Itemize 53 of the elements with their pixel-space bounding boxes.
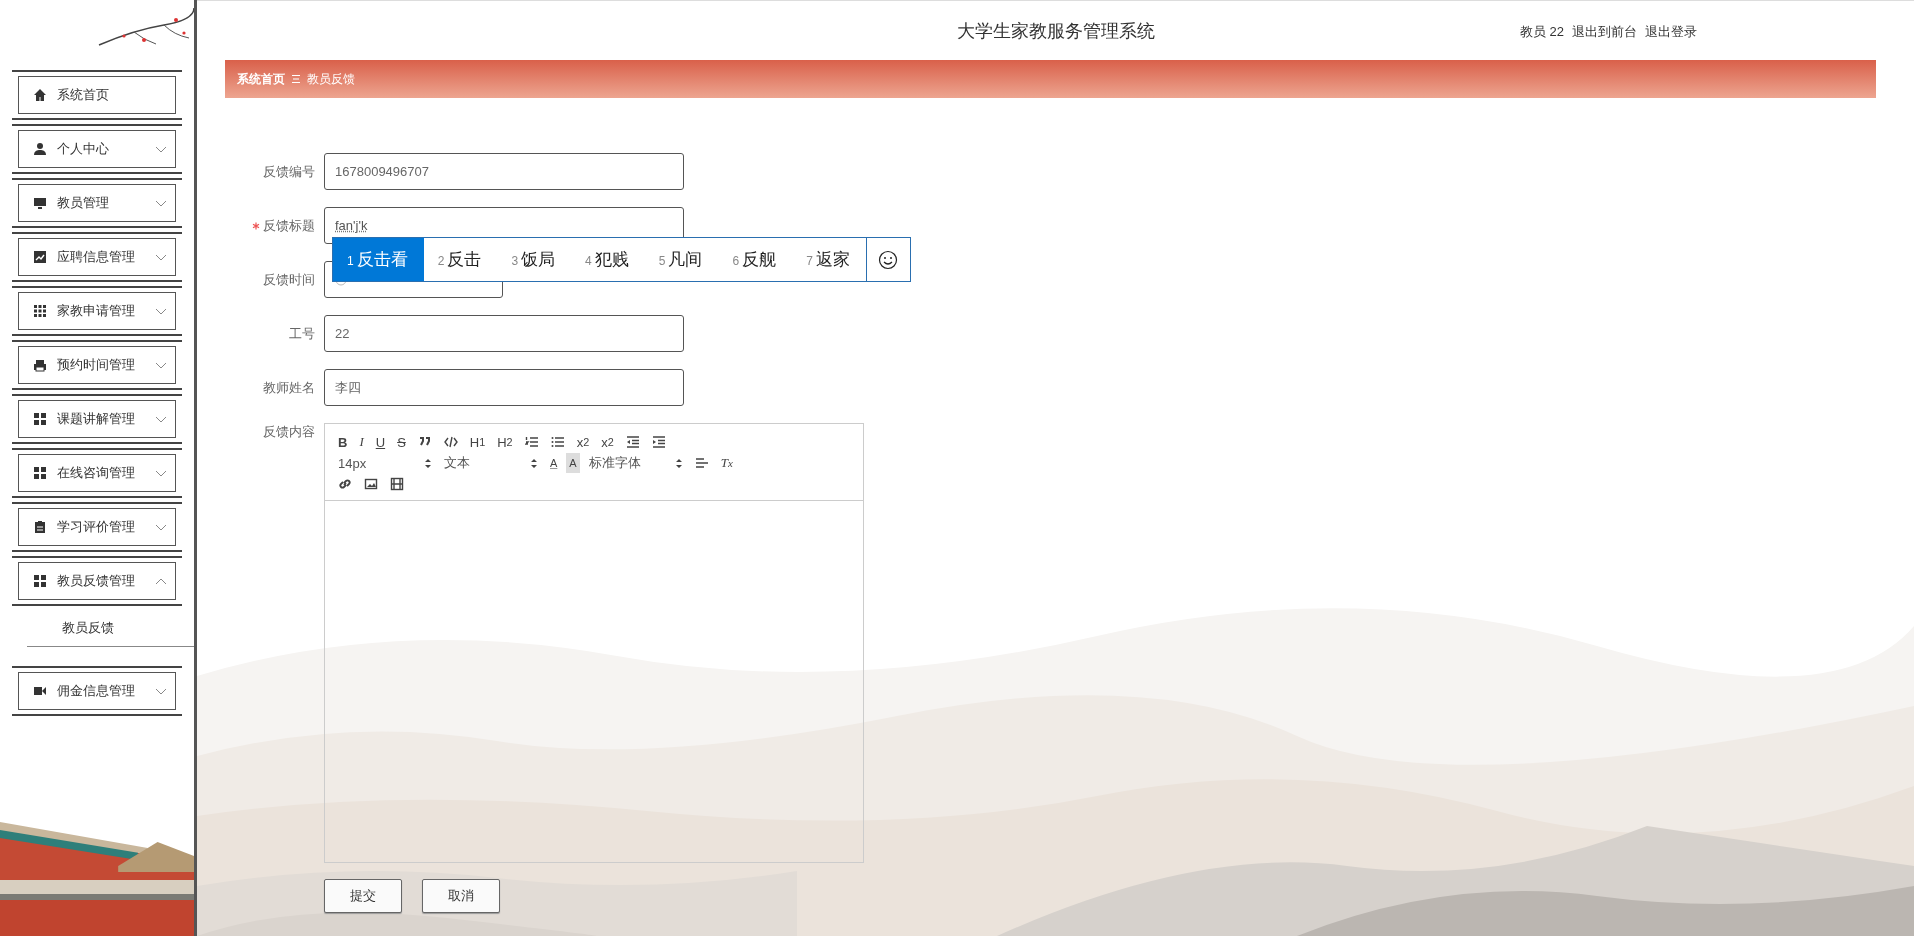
bullet-list-icon xyxy=(550,435,565,449)
grid-icon xyxy=(33,412,47,426)
field-label: 反馈内容 xyxy=(263,423,315,441)
header-link[interactable]: 退出到前台 xyxy=(1572,23,1638,41)
dropdown[interactable]: 14px xyxy=(335,453,435,473)
grid-icon xyxy=(33,574,47,588)
clipboard-icon xyxy=(33,520,47,534)
align-icon xyxy=(694,456,709,470)
format-button[interactable]: A xyxy=(566,453,580,473)
submenu-item[interactable]: 教员反馈 xyxy=(62,610,114,646)
field-label: 反馈标题 xyxy=(263,216,315,235)
input-field[interactable]: 22 xyxy=(324,315,684,352)
ime-candidate[interactable]: 1 反击看 xyxy=(333,238,424,281)
field-label: 工号 xyxy=(289,324,315,343)
code-icon xyxy=(443,435,458,449)
format-button[interactable]: S xyxy=(394,432,409,452)
format-button[interactable]: U xyxy=(372,432,389,452)
indent-icon xyxy=(651,435,666,449)
form-button[interactable]: 取消 xyxy=(422,879,500,913)
separator-icon xyxy=(291,74,301,84)
home-icon xyxy=(33,88,47,102)
input-field[interactable]: 1678009496707 xyxy=(324,153,684,190)
field-label: 反馈时间 xyxy=(263,270,315,289)
video-camera-icon xyxy=(33,684,47,698)
format-button[interactable]: B xyxy=(335,432,351,452)
format-button[interactable]: A xyxy=(547,453,561,473)
grid-icon xyxy=(33,304,47,318)
header-link[interactable]: 退出登录 xyxy=(1645,23,1698,41)
updown-caret-icon xyxy=(674,457,683,469)
format-button[interactable]: I xyxy=(356,432,367,452)
field-label: 教师姓名 xyxy=(263,378,315,397)
outdent-icon xyxy=(625,435,640,449)
ime-candidate[interactable]: 7 返家 xyxy=(792,238,866,281)
smiley-icon xyxy=(878,249,899,270)
ordered-list-icon xyxy=(524,435,539,449)
input-field[interactable]: 李四 xyxy=(324,369,684,406)
updown-caret-icon xyxy=(424,457,432,469)
user-icon xyxy=(33,142,47,156)
app-title: 大学生家教服务管理系统 xyxy=(956,19,1155,43)
updown-caret-icon xyxy=(530,457,538,469)
dropdown[interactable]: 文本 xyxy=(441,453,541,473)
chart-icon xyxy=(33,250,47,264)
ime-candidate[interactable]: 6 反舰 xyxy=(718,238,793,281)
film-icon xyxy=(390,477,404,491)
form-button[interactable]: 提交 xyxy=(324,879,402,913)
field-label: 反馈编号 xyxy=(263,162,315,181)
grid-icon xyxy=(33,466,47,480)
dropdown[interactable]: 标准字体 xyxy=(585,453,686,473)
monitor-icon xyxy=(33,196,47,210)
user-label: 教员 22 xyxy=(1520,23,1565,41)
link-icon xyxy=(338,477,352,491)
printer-icon xyxy=(33,358,47,372)
image-icon xyxy=(364,477,378,491)
